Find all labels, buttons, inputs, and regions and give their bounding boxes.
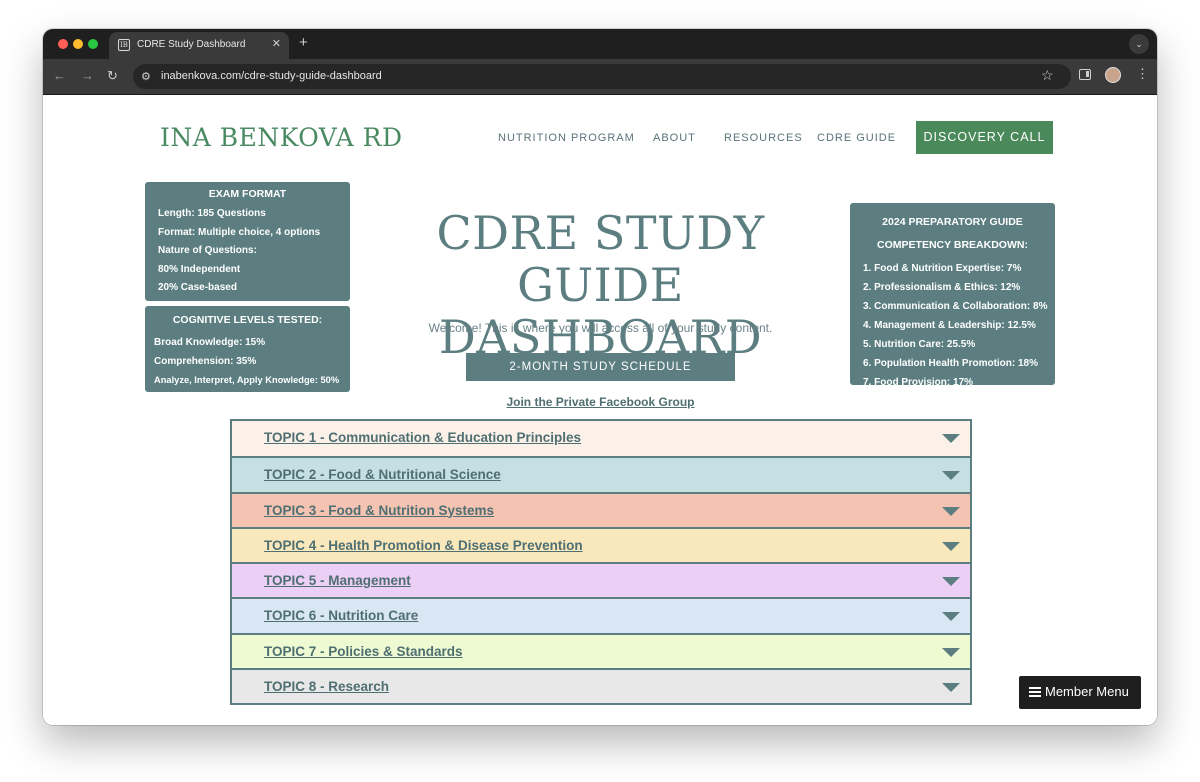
topic-label[interactable]: TOPIC 8 - Research — [264, 679, 389, 694]
tab-search-chevron-icon[interactable]: ⌄ — [1129, 34, 1149, 54]
page-title: CDRE STUDY GUIDE DASHBOARD — [363, 207, 838, 363]
reload-icon[interactable]: ↻ — [107, 68, 118, 84]
exam-format-line: Format: Multiple choice, 4 options — [158, 226, 321, 238]
topic-row-2[interactable]: TOPIC 2 - Food & Nutritional Science — [232, 456, 970, 492]
close-tab-icon[interactable]: ✕ — [272, 37, 281, 50]
site-settings-icon[interactable]: ⚙ — [141, 70, 151, 83]
tab-strip: IB CDRE Study Dashboard ✕ + ⌄ — [43, 29, 1157, 59]
chevron-down-icon[interactable] — [942, 541, 960, 551]
screenshot-stage: IB CDRE Study Dashboard ✕ + ⌄ ← → ↻ ⚙ in… — [0, 0, 1200, 782]
topic-row-3[interactable]: TOPIC 3 - Food & Nutrition Systems — [232, 491, 970, 527]
topic-row-6[interactable]: TOPIC 6 - Nutrition Care — [232, 597, 970, 633]
cognitive-levels-line: Comprehension: 35% — [154, 356, 257, 367]
competency-line: 4. Management & Leadership: 12.5% — [863, 320, 1036, 331]
new-tab-icon[interactable]: + — [299, 34, 308, 51]
cognitive-levels-line: Analyze, Interpret, Apply Knowledge: 50% — [154, 375, 340, 385]
member-menu-label: Member Menu — [1045, 684, 1129, 699]
competency-line: 1. Food & Nutrition Expertise: 7% — [863, 263, 1022, 274]
study-schedule-button[interactable]: 2-MONTH STUDY SCHEDULE — [466, 353, 735, 381]
url-text[interactable]: inabenkova.com/cdre-study-guide-dashboar… — [161, 70, 382, 82]
topic-row-5[interactable]: TOPIC 5 - Management — [232, 562, 970, 598]
page-title-line1: CDRE STUDY GUIDE — [436, 206, 765, 312]
bookmark-star-icon[interactable]: ☆ — [1041, 67, 1054, 84]
topic-label[interactable]: TOPIC 3 - Food & Nutrition Systems — [264, 503, 494, 518]
nav-resources[interactable]: RESOURCES — [724, 132, 803, 144]
welcome-text: Welcome! This is where you will access a… — [428, 321, 773, 335]
browser-window: IB CDRE Study Dashboard ✕ + ⌄ ← → ↻ ⚙ in… — [43, 29, 1157, 725]
profile-avatar[interactable] — [1105, 67, 1121, 83]
competency-line: 7. Food Provision: 17% — [863, 377, 974, 388]
chevron-down-icon[interactable] — [942, 647, 960, 657]
topic-label[interactable]: TOPIC 4 - Health Promotion & Disease Pre… — [264, 538, 583, 553]
chevron-down-icon[interactable] — [942, 506, 960, 516]
competency-line: 3. Communication & Collaboration: 8% — [863, 301, 1048, 312]
cognitive-levels-line: Broad Knowledge: 15% — [154, 337, 266, 348]
nav-about[interactable]: ABOUT — [653, 132, 696, 144]
kebab-menu-icon[interactable]: ⋮ — [1136, 66, 1149, 82]
exam-format-title: EXAM FORMAT — [208, 188, 287, 200]
browser-tab-active[interactable]: IB CDRE Study Dashboard ✕ — [109, 32, 289, 59]
exam-format-line: Length: 185 Questions — [158, 208, 266, 219]
side-panel-icon[interactable] — [1079, 69, 1091, 80]
favicon-icon: IB — [118, 39, 130, 51]
topic-row-7[interactable]: TOPIC 7 - Policies & Standards — [232, 632, 970, 668]
cognitive-levels-title: COGNITIVE LEVELS TESTED: — [172, 314, 323, 326]
topic-row-1[interactable]: TOPIC 1 - Communication & Education Prin… — [232, 421, 970, 457]
topic-row-8[interactable]: TOPIC 8 - Research — [232, 667, 970, 703]
forward-arrow-icon[interactable]: → — [81, 68, 94, 83]
web-page: INA BENKOVA RD NUTRITION PROGRAM ABOUT R… — [43, 95, 1157, 725]
exam-format-line: 80% Independent — [158, 263, 241, 275]
topic-label[interactable]: TOPIC 5 - Management — [264, 573, 411, 588]
member-menu-button[interactable]: Member Menu — [1019, 676, 1141, 709]
hamburger-icon — [1029, 687, 1041, 697]
topic-label[interactable]: TOPIC 6 - Nutrition Care — [264, 608, 418, 623]
competency-line: 5. Nutrition Care: 25.5% — [863, 339, 976, 350]
close-window-button[interactable] — [58, 39, 68, 49]
exam-format-line: Nature of Questions: — [158, 245, 257, 256]
topic-label[interactable]: TOPIC 2 - Food & Nutritional Science — [264, 467, 501, 482]
chevron-down-icon[interactable] — [942, 682, 960, 692]
exam-format-line: 20% Case-based — [158, 282, 237, 293]
cognitive-levels-box: COGNITIVE LEVELS TESTED: Broad Knowledge… — [145, 306, 350, 392]
topics-accordion: TOPIC 1 - Communication & Education Prin… — [230, 419, 972, 705]
site-logo[interactable]: INA BENKOVA RD — [160, 123, 403, 152]
chevron-down-icon[interactable] — [942, 434, 960, 443]
back-arrow-icon[interactable]: ← — [53, 68, 66, 83]
chevron-down-icon[interactable] — [942, 612, 960, 622]
discovery-call-button[interactable]: DISCOVERY CALL — [916, 121, 1053, 154]
facebook-group-link[interactable]: Join the Private Facebook Group — [393, 395, 808, 409]
competency-title-line1: 2024 PREPARATORY GUIDE — [882, 216, 1023, 228]
exam-format-box: EXAM FORMAT Length: 185 Questions Format… — [145, 182, 350, 301]
browser-toolbar: ← → ↻ ⚙ inabenkova.com/cdre-study-guide-… — [43, 59, 1157, 95]
nav-cdre-guide[interactable]: CDRE GUIDE — [817, 132, 896, 144]
chevron-down-icon[interactable] — [942, 471, 960, 481]
topic-label[interactable]: TOPIC 7 - Policies & Standards — [264, 644, 463, 659]
chevron-down-icon[interactable] — [942, 577, 960, 586]
competency-breakdown-box: 2024 PREPARATORY GUIDE COMPETENCY BREAKD… — [850, 203, 1055, 388]
topic-label[interactable]: TOPIC 1 - Communication & Education Prin… — [264, 430, 581, 445]
competency-line: 6. Population Health Promotion: 18% — [863, 358, 1039, 369]
competency-title-line2: COMPETENCY BREAKDOWN: — [877, 239, 1028, 251]
tab-title: CDRE Study Dashboard — [137, 39, 246, 50]
competency-line: 2. Professionalism & Ethics: 12% — [863, 282, 1021, 293]
minimize-window-button[interactable] — [73, 39, 83, 49]
nav-nutrition-program[interactable]: NUTRITION PROGRAM — [498, 132, 635, 144]
address-bar[interactable]: ⚙ inabenkova.com/cdre-study-guide-dashbo… — [133, 64, 1071, 89]
maximize-window-button[interactable] — [88, 39, 98, 49]
topic-row-4[interactable]: TOPIC 4 - Health Promotion & Disease Pre… — [232, 526, 970, 562]
